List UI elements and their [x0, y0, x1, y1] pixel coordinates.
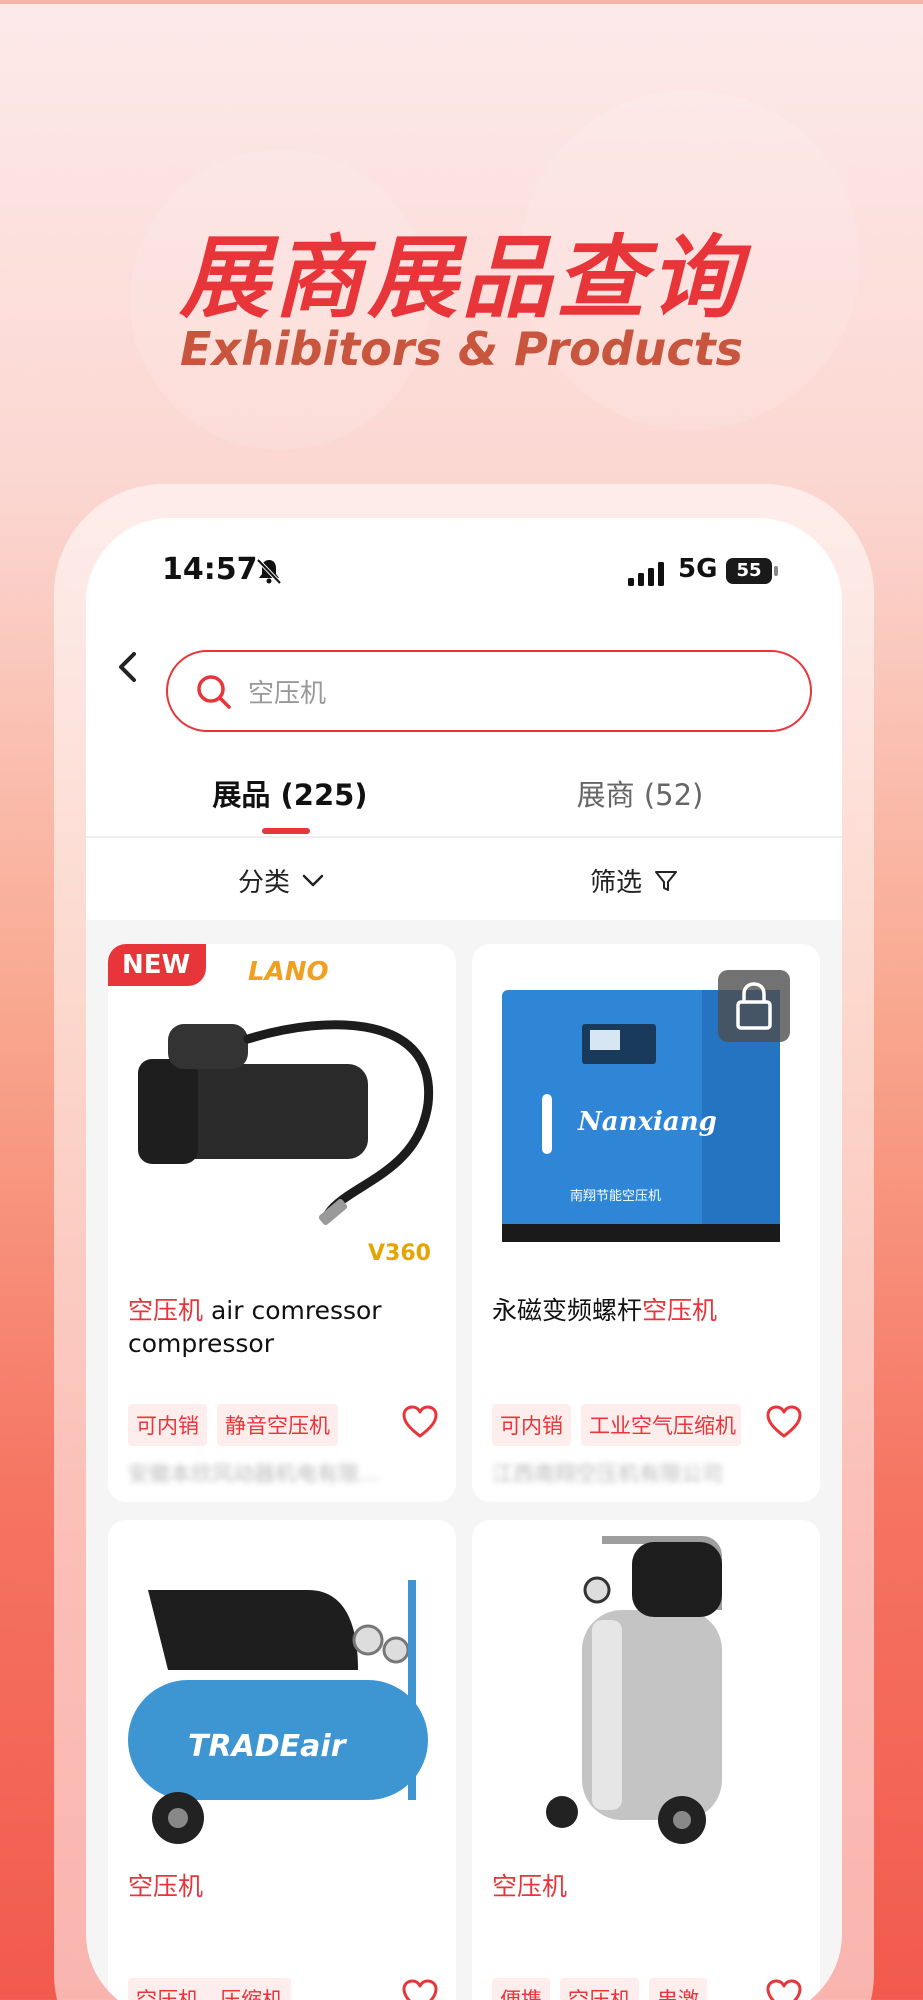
screen-filter[interactable]: 筛选	[590, 862, 678, 899]
product-title: 空压机	[492, 1870, 804, 1903]
product-tag: 便携	[492, 1978, 550, 2000]
phone-screen: 14:57 5G 55 展品 (225) 展商 (52) 分类 筛选	[86, 518, 842, 2000]
tag-list: 可内销 工业空气压缩机	[492, 1404, 741, 1446]
funnel-icon	[655, 870, 678, 891]
lock-icon	[718, 970, 790, 1042]
title-highlight: 空压机	[128, 1872, 204, 1901]
status-time: 14:57	[162, 552, 258, 587]
active-tab-indicator	[262, 828, 310, 834]
product-tag: 工业空气压缩机	[581, 1404, 741, 1446]
product-tag: 串激	[649, 1978, 707, 2000]
tab-products[interactable]: 展品 (225)	[130, 772, 450, 814]
product-tag: 空压机，压缩机	[128, 1978, 291, 2000]
product-tag: 静音空压机	[217, 1404, 338, 1446]
search-input[interactable]	[248, 668, 788, 714]
brand-logo-text: LANO	[248, 957, 329, 987]
network-type: 5G	[678, 554, 718, 584]
hero-title: 展商展品查询	[179, 226, 744, 331]
search-box[interactable]	[166, 650, 812, 732]
product-card[interactable]: 空压机 便携 空压机 串激	[472, 1520, 820, 2000]
search-icon	[197, 675, 231, 709]
tab-exhibitors[interactable]: 展商 (52)	[480, 772, 800, 814]
battery-nub	[774, 566, 778, 576]
battery-indicator: 55	[726, 558, 772, 584]
bell-muted-icon	[256, 558, 282, 585]
category-filter[interactable]: 分类	[238, 862, 324, 899]
product-tag: 可内销	[492, 1404, 571, 1446]
product-tag: 空压机	[560, 1978, 639, 2000]
product-title: 永磁变频螺杆空压机	[492, 1294, 804, 1327]
product-tag: 可内销	[128, 1404, 207, 1446]
tab-divider	[86, 836, 842, 838]
company-name-blurred: 江西南翔空压机有限公司	[492, 1462, 723, 1486]
product-image-air-compressor: LANO V360	[108, 944, 456, 1274]
title-highlight: 空压机	[492, 1872, 568, 1901]
product-card[interactable]: LANO V360 NEW 空压机 air comressor compress…	[108, 944, 456, 1502]
title-highlight: 空压机	[642, 1296, 718, 1325]
hero-subtitle: Exhibitors & Products	[179, 322, 743, 376]
new-badge: NEW	[108, 944, 207, 986]
product-title: 空压机 air comressor compressor	[128, 1294, 440, 1360]
favorite-heart-icon[interactable]	[764, 1402, 804, 1442]
signal-icon	[628, 562, 664, 586]
tag-list: 空压机，压缩机	[128, 1978, 291, 2000]
product-card[interactable]: Nanxiang 南翔节能空压机 永磁变频螺杆空压机 可内销 工业空气压缩机 江…	[472, 944, 820, 1502]
favorite-heart-icon[interactable]	[400, 1402, 440, 1442]
favorite-heart-icon[interactable]	[400, 1976, 440, 2000]
machine-brand-text: Nanxiang	[577, 1107, 717, 1137]
product-title: 空压机	[128, 1870, 440, 1903]
title-highlight: 空压机	[128, 1296, 204, 1325]
screen-filter-label: 筛选	[590, 868, 643, 898]
product-image-vertical-compressor	[472, 1520, 820, 1850]
model-label: V360	[368, 1241, 431, 1266]
title-prefix: 永磁变频螺杆	[492, 1296, 643, 1325]
machine-label-text: 南翔节能空压机	[570, 1188, 661, 1204]
product-image-portable-compressor-tank: TRADEair	[108, 1520, 456, 1850]
favorite-heart-icon[interactable]	[764, 1976, 804, 2000]
back-icon[interactable]	[106, 644, 152, 690]
category-filter-label: 分类	[238, 868, 291, 898]
product-card[interactable]: TRADEair 空压机 空压机，压缩机	[108, 1520, 456, 2000]
chevron-down-icon	[302, 874, 324, 886]
company-name-blurred: 安徽本欣风动器机电有限...	[128, 1462, 380, 1486]
tag-list: 便携 空压机 串激	[492, 1978, 707, 2000]
tag-list: 可内销 静音空压机	[128, 1404, 338, 1446]
machine-brand-text: TRADEair	[188, 1729, 348, 1764]
top-accent-line	[0, 0, 923, 4]
